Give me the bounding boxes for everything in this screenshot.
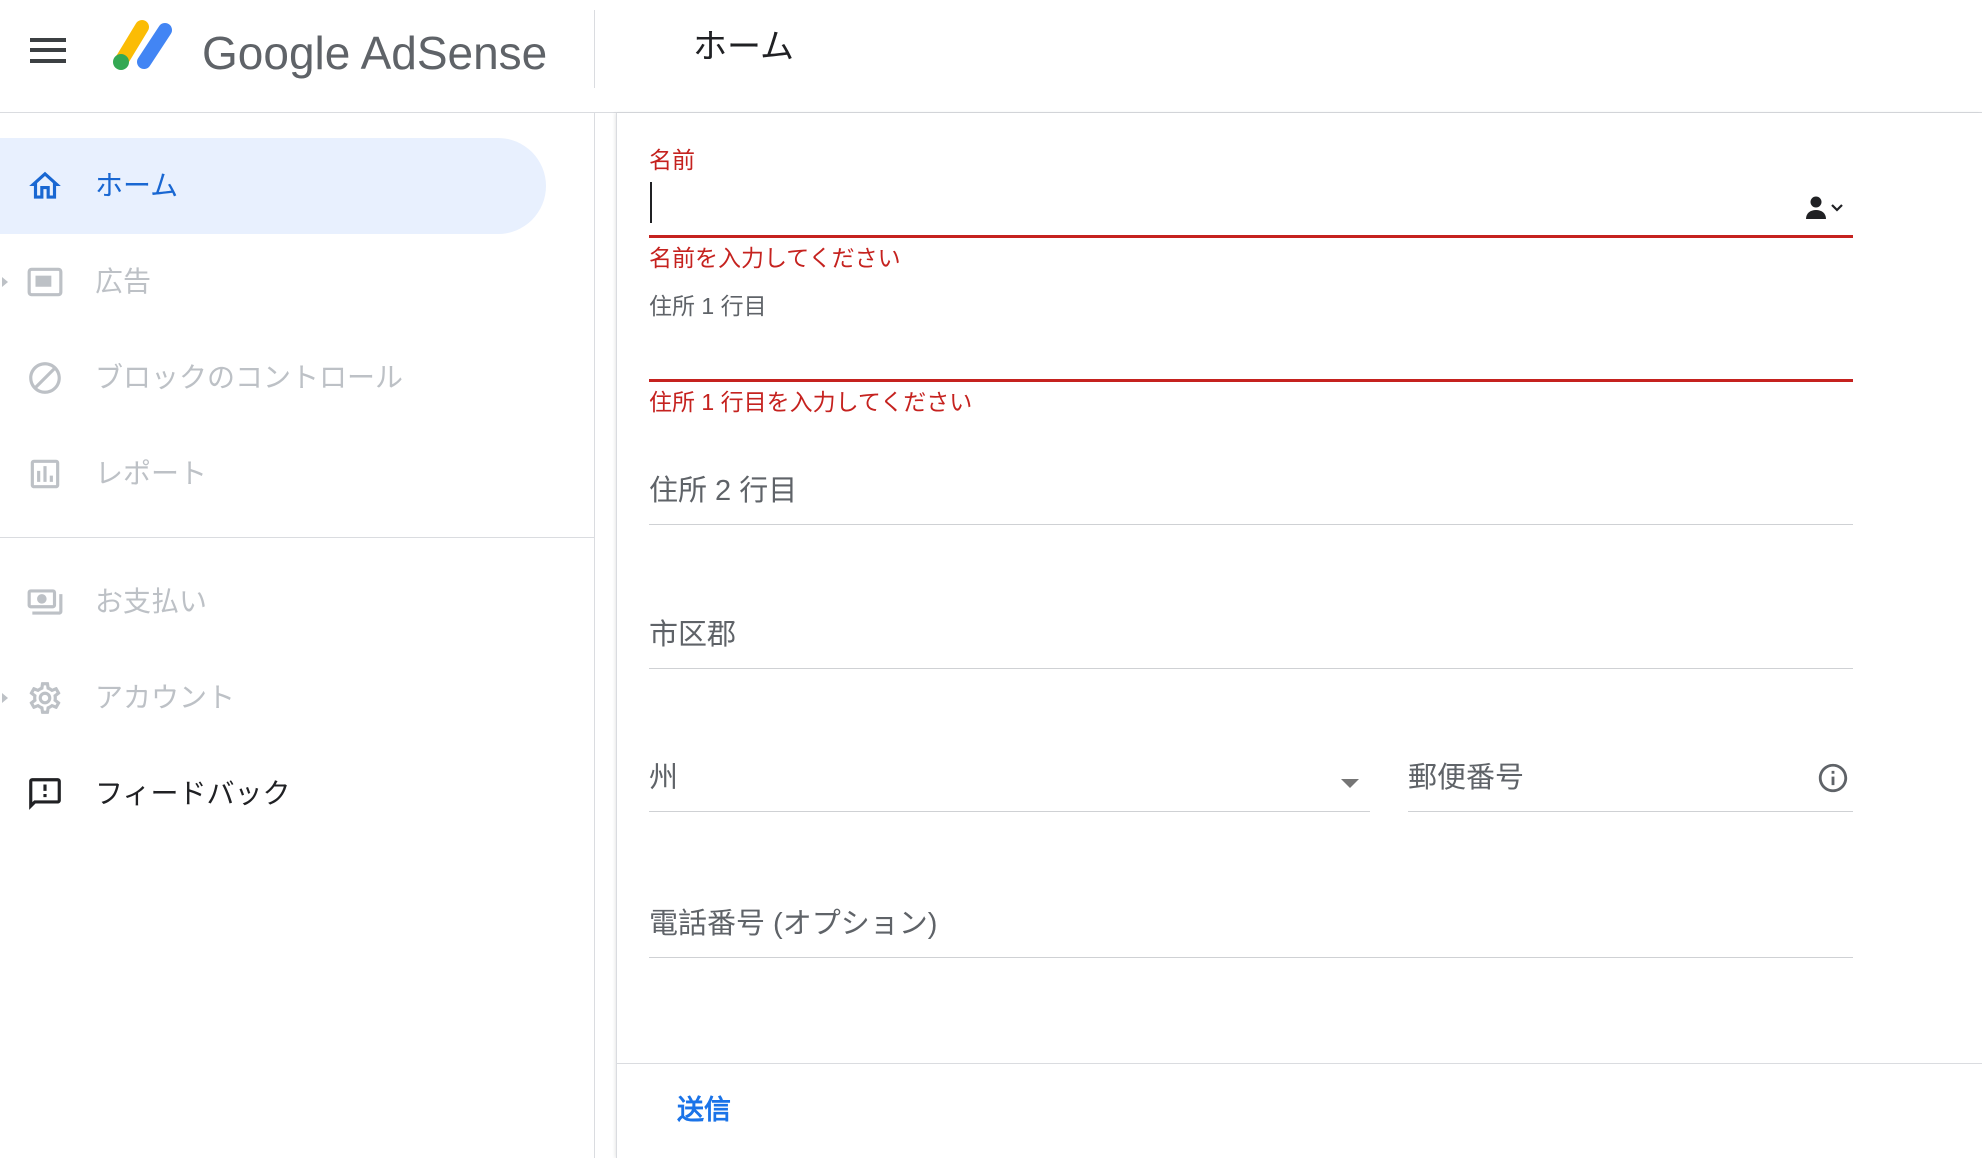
address-line1-error-message: 住所 1 行目を入力してください bbox=[649, 389, 973, 415]
sidebar-item-label: お支払い bbox=[95, 586, 208, 617]
submit-button[interactable]: 送信 bbox=[661, 1086, 747, 1134]
settings-icon bbox=[29, 682, 61, 714]
address-line2-underline bbox=[649, 524, 1853, 525]
postal-code-field: 郵便番号 bbox=[1408, 740, 1853, 812]
text-cursor bbox=[650, 182, 652, 223]
adsense-logo-icon bbox=[113, 20, 172, 70]
postal-code-underline bbox=[1408, 811, 1853, 812]
address-line1-underline bbox=[649, 379, 1853, 382]
menu-button[interactable] bbox=[24, 30, 72, 70]
city-underline bbox=[649, 668, 1853, 669]
ads-icon bbox=[27, 267, 63, 297]
name-error-message: 名前を入力してください bbox=[649, 245, 901, 271]
address-form-card: 名前 名前を入力してください 住所 1 行目 住所 1 行目を入力してください … bbox=[616, 113, 1982, 1158]
sidebar-item-label: ホーム bbox=[95, 170, 179, 201]
sidebar-divider bbox=[0, 537, 594, 538]
info-icon[interactable] bbox=[1816, 761, 1850, 795]
address-line1-field: 住所 1 行目 bbox=[649, 292, 1853, 384]
feedback-icon bbox=[29, 778, 61, 810]
menu-icon bbox=[30, 38, 66, 63]
phone-input[interactable] bbox=[649, 904, 1853, 948]
sidebar-item-label: ブロックのコントロール bbox=[95, 362, 404, 393]
address-line1-input[interactable] bbox=[649, 328, 1799, 372]
sidebar: ホーム 広告 ブロックのコントロール レポート お支払い アカウント フィードバ… bbox=[0, 113, 595, 1158]
sidebar-item-account[interactable]: アカウント bbox=[0, 650, 546, 746]
sidebar-item-ads[interactable]: 広告 bbox=[0, 234, 546, 330]
dropdown-arrow-icon bbox=[1341, 779, 1359, 788]
state-underline bbox=[649, 811, 1370, 812]
expand-caret-icon bbox=[2, 277, 8, 287]
name-label: 名前 bbox=[649, 147, 695, 173]
app: Google AdSense ホーム ホーム 広告 ブロックのコントロール レポ… bbox=[0, 0, 1982, 1158]
address-line2-input[interactable] bbox=[649, 471, 1853, 515]
sidebar-item-reports[interactable]: レポート bbox=[0, 426, 546, 522]
sidebar-item-blocking-controls[interactable]: ブロックのコントロール bbox=[0, 330, 546, 426]
address-line1-label: 住所 1 行目 bbox=[649, 293, 767, 319]
city-field: 市区郡 bbox=[649, 597, 1853, 669]
name-field: 名前 bbox=[649, 146, 1853, 238]
page-title: ホーム bbox=[693, 28, 794, 66]
header-divider bbox=[594, 10, 595, 88]
state-label: 州 bbox=[649, 762, 679, 794]
brand-name: Google AdSense bbox=[202, 27, 548, 79]
sidebar-item-feedback[interactable]: フィードバック bbox=[0, 746, 546, 842]
sidebar-item-payments[interactable]: お支払い bbox=[0, 554, 546, 650]
sidebar-item-label: フィードバック bbox=[95, 778, 291, 809]
state-select[interactable]: 州 bbox=[649, 740, 1370, 812]
sidebar-item-label: アカウント bbox=[95, 682, 236, 713]
sidebar-item-label: レポート bbox=[95, 458, 208, 489]
city-input[interactable] bbox=[649, 615, 1853, 659]
home-icon bbox=[29, 171, 61, 199]
payments-icon bbox=[27, 589, 63, 615]
postal-code-input[interactable] bbox=[1408, 758, 1808, 802]
sidebar-item-label: 広告 bbox=[95, 266, 152, 297]
card-footer-divider bbox=[617, 1063, 1982, 1064]
phone-field: 電話番号 (オプション) bbox=[649, 886, 1853, 958]
phone-underline bbox=[649, 957, 1853, 958]
name-underline bbox=[649, 235, 1853, 238]
reports-icon bbox=[30, 459, 60, 489]
address-line2-field: 住所 2 行目 bbox=[649, 453, 1853, 525]
block-icon bbox=[29, 362, 61, 394]
sidebar-item-home[interactable]: ホーム bbox=[0, 138, 546, 234]
contact-picker-icon[interactable] bbox=[1805, 195, 1851, 221]
top-bar: Google AdSense ホーム bbox=[0, 0, 1982, 113]
expand-caret-icon bbox=[2, 693, 8, 703]
name-input[interactable] bbox=[649, 182, 1799, 226]
